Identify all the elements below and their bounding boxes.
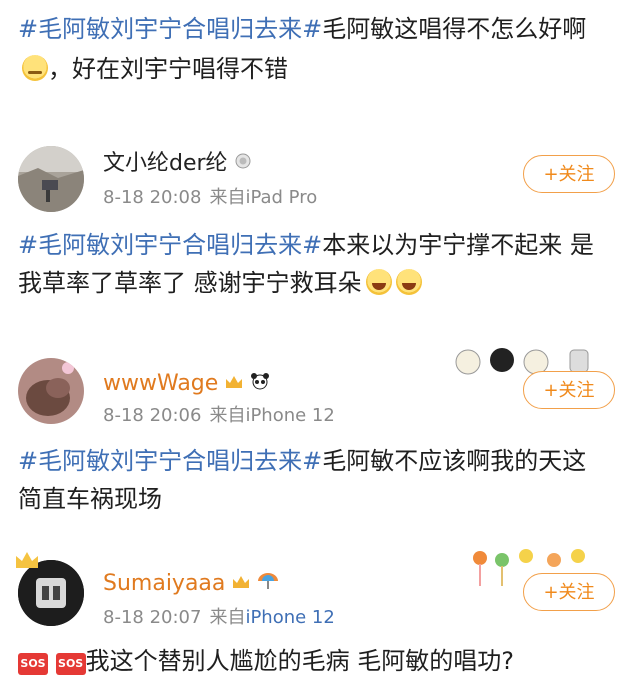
sos-icon: SOS — [55, 653, 86, 675]
comment-text-line-1: SOS SOS 我这个替别人尴尬的毛病 毛阿敏的唱功? — [18, 646, 514, 676]
laugh-cry-emoji-icon — [365, 269, 392, 295]
source-device: iPad Pro — [245, 187, 318, 208]
timestamp: 8-18 20:07 — [103, 607, 202, 628]
timestamp: 8-18 20:08 — [103, 187, 202, 208]
post-text-line-2: ，好在刘宇宁唱得不错 — [18, 54, 288, 84]
avatar[interactable] — [18, 146, 84, 212]
source-prefix: 来自 — [209, 607, 246, 628]
hashtag-link[interactable]: #毛阿敏刘宇宁合唱归去来# — [18, 231, 322, 259]
timestamp: 8-18 20:06 — [103, 405, 202, 426]
crown-decoration-icon — [14, 550, 40, 570]
comment-header: 文小纶der纶 8-18 20:08 来自iPad Pro +关注 — [0, 140, 631, 220]
username[interactable]: wwwWage — [103, 370, 270, 398]
comment-header: wwwWage 8-18 20:06 来自iPhone 12 +关注 — [0, 348, 631, 430]
follow-button[interactable]: +关注 — [523, 573, 615, 611]
medal-badge-icon — [234, 150, 254, 169]
comment-text-line-1: #毛阿敏刘宇宁合唱归去来#毛阿敏不应该啊我的天这 — [18, 446, 586, 476]
comment-header: Sumaiyaaa 8-18 20:07 来自iPhone 12 +关注 — [0, 549, 631, 632]
post-text: ，好在刘宇宁唱得不错 — [48, 55, 288, 83]
source-prefix: 来自 — [209, 187, 246, 208]
comment-text-line-2: 我草率了草率了 感谢宇宁救耳朵 — [18, 268, 422, 298]
comment-meta: 8-18 20:06 来自iPhone 12 — [103, 404, 335, 428]
source-device: iPhone 12 — [245, 607, 335, 628]
comment-meta: 8-18 20:08 来自iPad Pro — [103, 186, 317, 210]
comment-text: 本来以为宇宁撑不起来 是 — [322, 231, 594, 259]
umbrella-badge-icon — [257, 570, 279, 589]
comment-text: 简直车祸现场 — [18, 485, 162, 513]
sweat-smile-emoji-icon — [22, 55, 48, 81]
hashtag-link[interactable]: #毛阿敏刘宇宁合唱归去来# — [18, 447, 322, 475]
username[interactable]: 文小纶der纶 — [103, 150, 254, 178]
source-prefix: 来自 — [209, 405, 246, 426]
panda-badge-icon — [250, 370, 270, 390]
crown-badge-icon — [224, 370, 244, 388]
follow-button[interactable]: +关注 — [523, 371, 615, 409]
post-text-line-1: #毛阿敏刘宇宁合唱归去来#毛阿敏这唱得不怎么好啊 — [18, 14, 586, 44]
hashtag-link[interactable]: #毛阿敏刘宇宁合唱归去来# — [18, 15, 322, 43]
comment-text: 毛阿敏不应该啊我的天这 — [322, 447, 587, 475]
comment-text: 我这个替别人尴尬的毛病 毛阿敏的唱功? — [85, 647, 515, 675]
source-device: iPhone 12 — [245, 405, 335, 426]
laugh-cry-emoji-icon — [395, 269, 422, 295]
comment-text-line-2: 简直车祸现场 — [18, 484, 162, 514]
username[interactable]: Sumaiyaaa — [103, 570, 279, 598]
sos-icon: SOS — [18, 653, 48, 675]
comment-text-line-1: #毛阿敏刘宇宁合唱归去来#本来以为宇宁撑不起来 是 — [18, 230, 594, 260]
comment-meta: 8-18 20:07 来自iPhone 12 — [103, 606, 335, 630]
crown-badge-icon — [231, 570, 251, 588]
follow-button[interactable]: +关注 — [523, 155, 615, 193]
avatar[interactable] — [18, 358, 84, 424]
post-text: 毛阿敏这唱得不怎么好啊 — [322, 15, 587, 43]
comment-text: 我草率了草率了 感谢宇宁救耳朵 — [18, 269, 362, 297]
